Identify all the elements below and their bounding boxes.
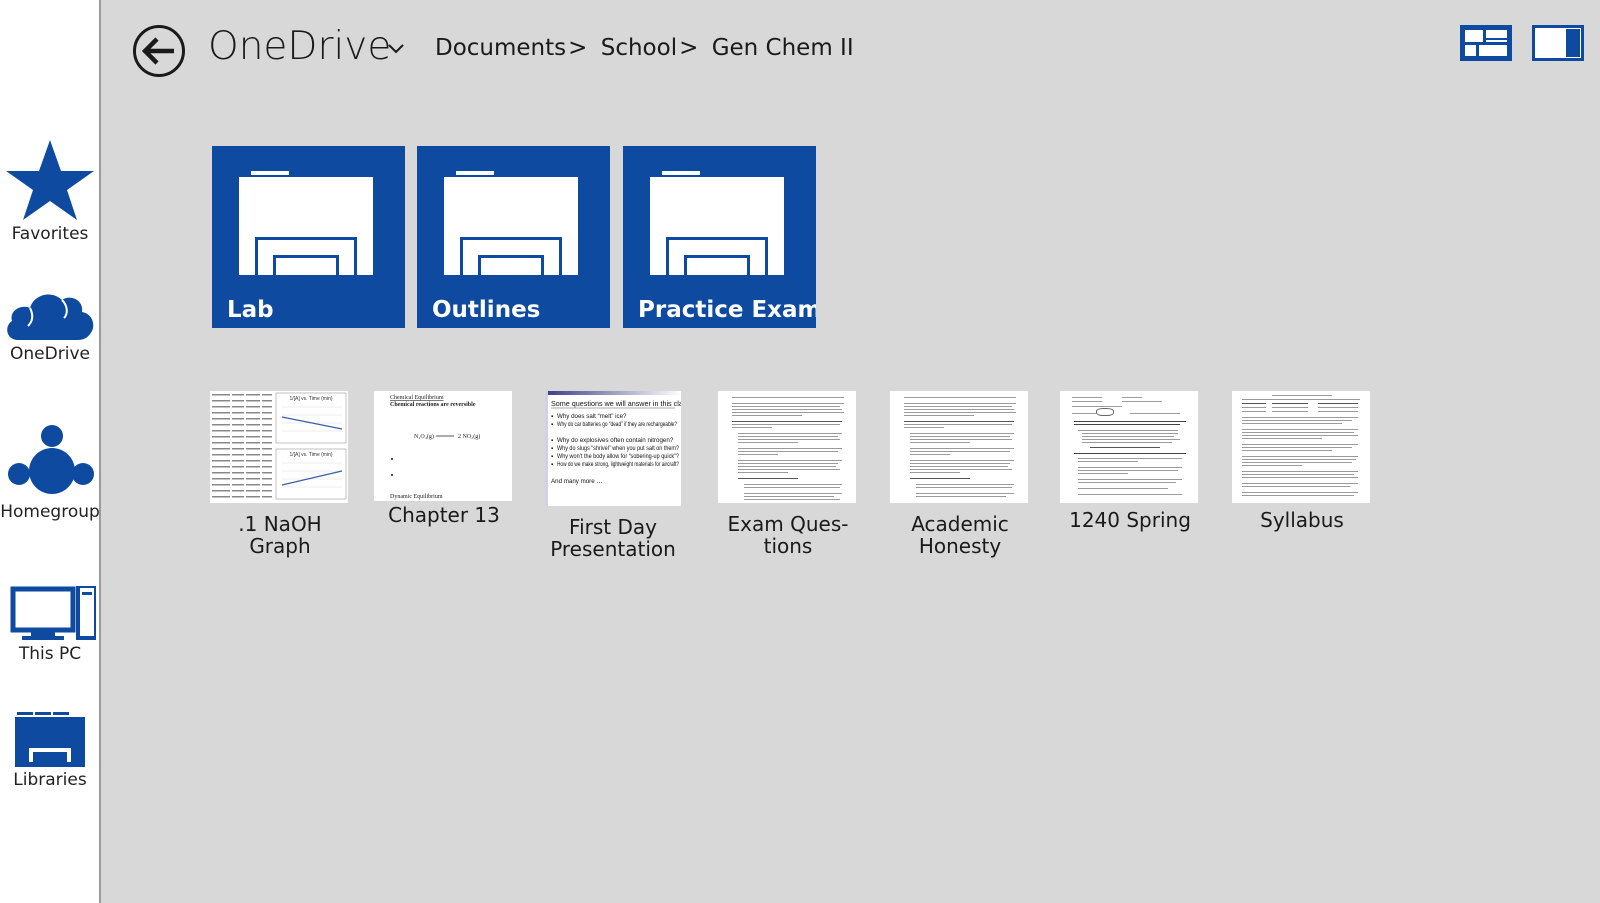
thumbnail-view-icon[interactable] (1460, 25, 1512, 61)
folder-icon (444, 171, 578, 275)
svg-text:▪: ▪ (551, 437, 553, 444)
svg-text:Why won’t the body allow for “: Why won’t the body allow for “sobering-u… (557, 453, 679, 460)
breadcrumb-item-documents[interactable]: Documents (435, 35, 566, 61)
svg-text:2 NO₂(g): 2 NO₂(g) (458, 433, 480, 440)
folder-icon (239, 171, 373, 275)
sidebar-item-homegroup[interactable]: Homegroup (0, 424, 100, 522)
back-button[interactable] (133, 25, 185, 77)
chevron-down-icon[interactable] (388, 44, 404, 54)
file-name: Exam Ques-tions (727, 512, 849, 558)
folder-label: Lab (227, 297, 274, 323)
folder-tile-outlines[interactable]: Outlines (417, 146, 610, 328)
file-item-first-day-presentation[interactable]: Some questions we will answer in this cl… (545, 391, 681, 560)
svg-text:▪: ▪ (551, 453, 553, 460)
folder-icon (650, 171, 784, 275)
file-name: .1 NaOH Graph (238, 512, 322, 558)
sidebar-item-label: Homegroup (0, 502, 100, 522)
svg-text:And many more …: And many more … (551, 478, 603, 485)
file-name: Chapter 13 (388, 503, 500, 527)
sidebar-item-this-pc[interactable]: This PC (0, 586, 100, 664)
breadcrumb: Documents> School> Gen Chem II (435, 35, 854, 61)
svg-text:Why do explosives often contai: Why do explosives often contain nitrogen… (557, 437, 674, 444)
file-name: Syllabus (1260, 508, 1344, 532)
svg-text:1/[A] vs. Time (min): 1/[A] vs. Time (min) (289, 396, 332, 402)
file-item-1240-spring[interactable]: 1240 Spring (1060, 391, 1200, 531)
file-item-exam-questions[interactable]: Exam Ques-tions (718, 391, 858, 557)
location-title[interactable]: OneDrive (208, 24, 391, 69)
arrow-left-icon (142, 37, 174, 65)
file-item-chapter-13[interactable]: Chemical Equilibrium Chemical reactions … (374, 391, 514, 526)
sidebar-item-label: Favorites (11, 224, 89, 244)
file-name: First Day Presentation (550, 515, 676, 561)
sidebar-item-label: This PC (18, 644, 82, 664)
cloud-icon (7, 294, 94, 340)
file-item-academic-honesty[interactable]: Academic Honesty (890, 391, 1030, 557)
sidebar-item-favorites[interactable]: Favorites (0, 138, 100, 244)
svg-text:Some questions we will answer: Some questions we will answer in this cl… (551, 399, 681, 408)
svg-text:Why does salt “melt” ice?: Why does salt “melt” ice? (557, 413, 627, 420)
sidebar-item-label: Libraries (13, 770, 87, 790)
svg-text:Chemical Equilibrium: Chemical Equilibrium (390, 395, 444, 401)
document-thumbnail (718, 391, 856, 503)
computer-icon (10, 586, 96, 640)
sidebar-item-label: OneDrive (10, 344, 90, 364)
sidebar-item-libraries[interactable]: Libraries (0, 712, 100, 790)
details-pane-icon[interactable] (1532, 25, 1584, 61)
svg-text:N₂O₄(g): N₂O₄(g) (414, 433, 434, 440)
document-thumbnail (890, 391, 1028, 503)
svg-text:▪: ▪ (551, 421, 553, 428)
sidebar: Favorites OneDrive Homegroup This PC Lib… (0, 0, 101, 903)
svg-text:▪: ▪ (551, 413, 553, 420)
svg-text:▪: ▪ (551, 461, 553, 468)
document-thumbnail (1232, 391, 1370, 503)
file-name: 1240 Spring (1069, 508, 1191, 532)
file-item-syllabus[interactable]: Syllabus (1232, 391, 1372, 531)
spreadsheet-thumbnail: 1/[A] vs. Time (min) 1/[A] vs. Time (min… (210, 391, 348, 503)
folder-label: Practice Exams (638, 297, 816, 323)
library-icon (15, 712, 85, 767)
presentation-thumbnail: Some questions we will answer in this cl… (545, 391, 681, 506)
breadcrumb-separator: > (568, 35, 588, 61)
breadcrumb-separator: > (679, 35, 699, 61)
folder-tile-practice-exams[interactable]: Practice Exams (623, 146, 816, 328)
folder-label: Outlines (432, 297, 541, 323)
star-icon (6, 140, 94, 220)
sidebar-item-onedrive[interactable]: OneDrive (0, 288, 100, 364)
breadcrumb-item-gen-chem[interactable]: Gen Chem II (712, 35, 854, 61)
svg-text:1/[A] vs. Time (min): 1/[A] vs. Time (min) (289, 452, 332, 458)
svg-text:Dynamic Equilibrium: Dynamic Equilibrium (390, 494, 443, 500)
breadcrumb-item-school[interactable]: School (601, 35, 677, 61)
folder-tile-lab[interactable]: Lab (212, 146, 405, 328)
document-thumbnail: Chemical Equilibrium Chemical reactions … (374, 391, 512, 501)
file-item-naoh-graph[interactable]: 1/[A] vs. Time (min) 1/[A] vs. Time (min… (210, 391, 350, 557)
svg-text:▪: ▪ (551, 445, 553, 452)
svg-text:Why do slugs “shrivel” when yo: Why do slugs “shrivel” when you put salt… (557, 445, 679, 452)
file-name: Academic Honesty (911, 512, 1009, 558)
document-thumbnail (1060, 391, 1198, 503)
svg-text:Why do car batteries go “dead”: Why do car batteries go “dead” if they a… (557, 421, 677, 428)
homegroup-icon (8, 425, 94, 494)
svg-text:How do we make strong, lightwe: How do we make strong, lightweight mater… (557, 461, 679, 468)
svg-text:Chemical reactions are reversi: Chemical reactions are reversible (390, 402, 476, 408)
